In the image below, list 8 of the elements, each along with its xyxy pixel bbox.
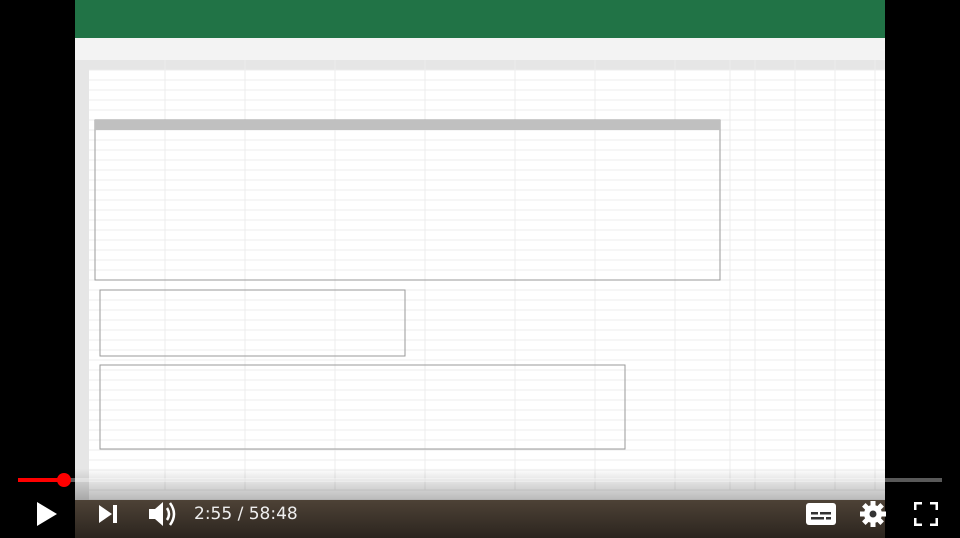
scrubber-handle[interactable]	[57, 473, 72, 487]
time-display: 2:55 / 58:48	[194, 504, 298, 524]
fullscreen-button[interactable]	[914, 502, 938, 526]
play-button[interactable]	[36, 501, 58, 527]
next-button[interactable]	[98, 503, 118, 525]
volume-button[interactable]	[148, 500, 178, 528]
captions-button[interactable]	[806, 503, 836, 525]
settings-button[interactable]	[860, 501, 886, 527]
